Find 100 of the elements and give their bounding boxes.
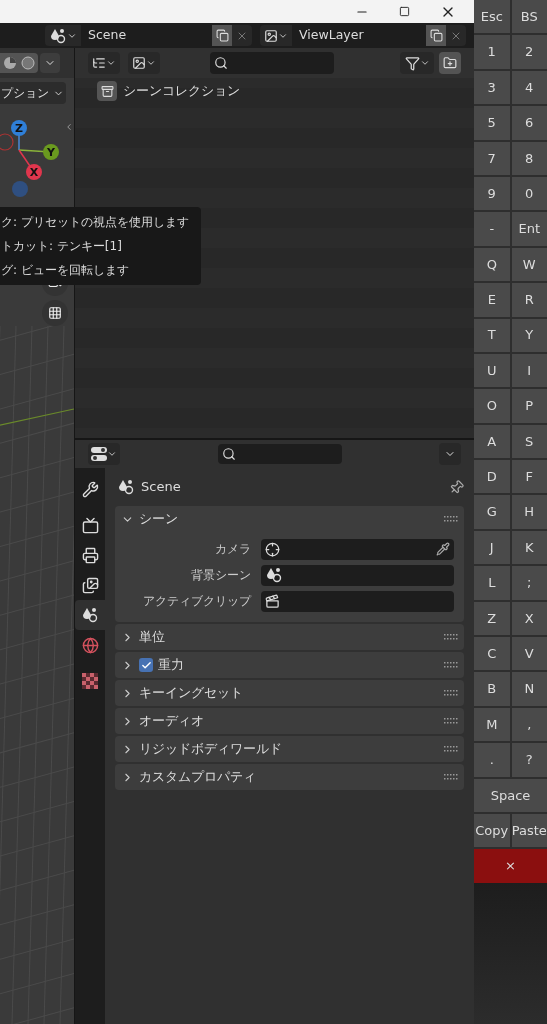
keyboard-key[interactable]: V bbox=[511, 637, 547, 671]
close-keyboard-key[interactable]: × bbox=[474, 849, 547, 883]
panel-title[interactable]: オーディオ bbox=[139, 711, 204, 731]
display-mode-dropdown[interactable] bbox=[88, 52, 120, 74]
keyboard-key[interactable]: F bbox=[511, 460, 547, 494]
panel-title[interactable]: シーン bbox=[139, 509, 178, 529]
keyboard-key[interactable]: H bbox=[511, 495, 547, 529]
keyboard-key[interactable]: 8 bbox=[511, 141, 547, 175]
shading-dropdown[interactable] bbox=[40, 53, 60, 73]
keyboard-key[interactable]: . bbox=[474, 743, 510, 777]
keyboard-key[interactable]: 9 bbox=[474, 176, 510, 211]
keyboard-key[interactable]: Copy bbox=[474, 814, 510, 848]
keyboard-key[interactable]: O bbox=[474, 389, 510, 423]
editor-type-dropdown[interactable] bbox=[88, 443, 120, 465]
context-title: Scene bbox=[141, 478, 181, 497]
keyboard-key[interactable]: Esc bbox=[474, 0, 510, 34]
field-input[interactable] bbox=[261, 538, 454, 560]
keyboard-key[interactable]: Q bbox=[474, 247, 510, 282]
keyboard-key[interactable]: 3 bbox=[474, 70, 510, 105]
field-input[interactable] bbox=[261, 564, 454, 586]
images-icon bbox=[81, 576, 99, 594]
properties-tab[interactable] bbox=[75, 600, 105, 630]
panel-title[interactable]: 単位 bbox=[139, 627, 165, 647]
keyboard-key[interactable]: Y bbox=[511, 318, 547, 352]
copy-button[interactable] bbox=[426, 25, 446, 46]
keyboard-key[interactable]: A bbox=[474, 424, 510, 459]
keyboard-key[interactable]: ; bbox=[511, 566, 547, 600]
keyboard-key[interactable]: X bbox=[511, 601, 547, 636]
shading-buttons[interactable] bbox=[0, 53, 38, 73]
keyboard-key[interactable]: I bbox=[511, 353, 547, 388]
keyboard-key[interactable]: S bbox=[511, 424, 547, 459]
keyboard-key[interactable]: W bbox=[511, 247, 547, 282]
keyboard-key[interactable]: Z bbox=[474, 601, 510, 636]
drag-handle-icon[interactable] bbox=[444, 746, 458, 752]
material-shading-icon bbox=[20, 55, 36, 71]
eyedropper-icon[interactable] bbox=[436, 542, 450, 556]
copy-icon bbox=[429, 29, 443, 42]
collection-label[interactable]: シーンコレクション bbox=[123, 81, 240, 101]
panel-title[interactable]: キーイングセット bbox=[139, 683, 243, 703]
keyboard-key[interactable]: B bbox=[474, 672, 510, 706]
keyboard-key[interactable]: Space bbox=[474, 778, 547, 812]
keyboard-key[interactable]: P bbox=[511, 389, 547, 423]
filter-dropdown[interactable] bbox=[400, 52, 434, 74]
drag-handle-icon[interactable] bbox=[444, 516, 458, 522]
collection-icon bbox=[97, 81, 117, 101]
new-collection-button[interactable] bbox=[439, 52, 461, 74]
keyboard-key[interactable]: R bbox=[511, 283, 547, 317]
keyboard-key[interactable]: K bbox=[511, 530, 547, 565]
keyboard-key[interactable]: U bbox=[474, 353, 510, 388]
keyboard-key[interactable]: 2 bbox=[511, 35, 547, 69]
keyboard-key[interactable]: T bbox=[474, 318, 510, 352]
field-input[interactable] bbox=[261, 590, 454, 612]
keyboard-key[interactable]: N bbox=[511, 672, 547, 706]
keyboard-key[interactable]: 1 bbox=[474, 35, 510, 69]
panel-title[interactable]: カスタムプロパティ bbox=[139, 767, 256, 787]
solid-shading-icon bbox=[2, 55, 18, 71]
search-field[interactable] bbox=[210, 52, 334, 74]
options-dropdown[interactable] bbox=[439, 443, 461, 465]
keyboard-key[interactable]: - bbox=[474, 212, 510, 246]
view-layer-name-field[interactable]: ViewLayer bbox=[292, 25, 426, 46]
search-field[interactable] bbox=[217, 444, 342, 464]
panel-title[interactable]: リジッドボディワールド bbox=[139, 739, 282, 759]
view-layer-dropdown[interactable] bbox=[128, 52, 160, 74]
maximize-icon[interactable] bbox=[399, 6, 410, 17]
keyboard-key[interactable]: 7 bbox=[474, 141, 510, 175]
scene-icon bbox=[117, 478, 135, 496]
options-dropdown[interactable]: プション bbox=[0, 82, 66, 104]
drag-handle-icon[interactable] bbox=[444, 718, 458, 724]
panel-title[interactable]: 重力 bbox=[158, 655, 184, 675]
keyboard-key[interactable]: ? bbox=[511, 743, 547, 777]
keyboard-key[interactable]: J bbox=[474, 530, 510, 565]
keyboard-key[interactable]: BS bbox=[511, 0, 547, 34]
keyboard-key[interactable]: C bbox=[474, 637, 510, 671]
keyboard-key[interactable]: M bbox=[474, 707, 510, 742]
scene-icon bbox=[265, 566, 283, 584]
keyboard-key[interactable]: 6 bbox=[511, 106, 547, 140]
scene-icon bbox=[49, 26, 67, 45]
checkbox[interactable] bbox=[139, 658, 153, 672]
ortho-toggle-button[interactable] bbox=[42, 300, 68, 326]
keyboard-key[interactable]: Paste bbox=[511, 814, 547, 848]
keyboard-key[interactable]: E bbox=[474, 283, 510, 317]
keyboard-key[interactable]: Ent bbox=[511, 212, 547, 246]
collapse-icon[interactable] bbox=[64, 122, 74, 132]
keyboard-key[interactable]: D bbox=[474, 460, 510, 494]
drag-handle-icon[interactable] bbox=[444, 774, 458, 780]
copy-button[interactable] bbox=[212, 25, 232, 46]
drag-handle-icon[interactable] bbox=[444, 634, 458, 640]
drag-handle-icon[interactable] bbox=[444, 690, 458, 696]
keyboard-key[interactable]: , bbox=[511, 707, 547, 742]
keyboard-key[interactable]: G bbox=[474, 495, 510, 529]
keyboard-key[interactable]: L bbox=[474, 566, 510, 600]
axis-gizmo-drawing[interactable]: Z Y X bbox=[0, 108, 66, 206]
keyboard-key[interactable]: 4 bbox=[511, 70, 547, 105]
scene-name-field[interactable]: Scene bbox=[81, 25, 212, 46]
keyboard-key[interactable]: 0 bbox=[511, 176, 547, 211]
tv-icon bbox=[81, 516, 99, 534]
drag-handle-icon[interactable] bbox=[444, 662, 458, 668]
keyboard-key[interactable]: 5 bbox=[474, 106, 510, 140]
globe-icon bbox=[81, 636, 99, 654]
copy-icon bbox=[215, 29, 229, 42]
